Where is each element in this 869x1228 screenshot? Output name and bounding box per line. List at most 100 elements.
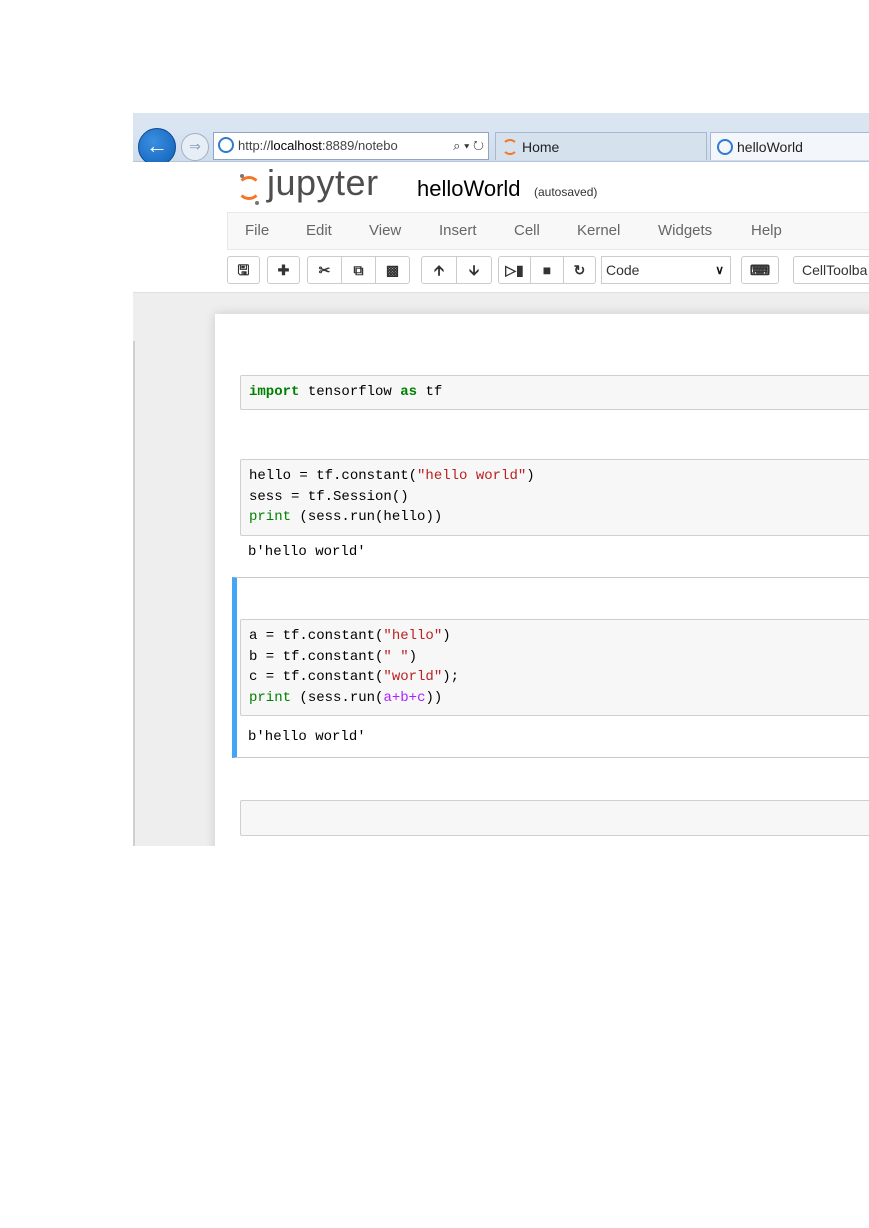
code-token: " " <box>383 648 409 665</box>
menu-kernel[interactable]: Kernel <box>577 213 620 249</box>
ie-icon <box>218 137 234 153</box>
jupyter-header: jupyter helloWorld (autosaved) File Edit… <box>133 162 869 293</box>
window-edge <box>133 341 135 846</box>
copy-icon: ⧉ <box>353 262 364 278</box>
command-palette-button[interactable]: ⌨ <box>741 256 779 284</box>
code-token: hello = tf.constant( <box>249 468 418 484</box>
logo-text: jupyter <box>267 162 379 203</box>
cell-output: b'hello world' <box>248 729 366 745</box>
code-line: sess = tf.Session() <box>249 489 409 505</box>
code-token: ); <box>442 669 460 685</box>
menu-edit[interactable]: Edit <box>306 213 332 249</box>
menu-widgets[interactable]: Widgets <box>658 213 712 249</box>
address-bar[interactable]: http://localhost:8889/notebo ⌕ ▾ ↻ <box>213 132 489 160</box>
code-token: + <box>391 689 401 706</box>
notebook-page: import tensorflow as tf hello = tf.const… <box>215 314 869 846</box>
copy-button[interactable]: ⧉ <box>341 256 376 284</box>
code-token: ) <box>442 628 451 644</box>
code-token: "world" <box>383 669 443 685</box>
cell-input[interactable]: hello = tf.constant("hello world") sess … <box>240 459 869 536</box>
code-line: print (sess.run(a+b+c)) <box>249 690 442 706</box>
code-token: + <box>408 689 418 706</box>
toolbar: 🖫 ✚ ✂ ⧉ ▩ 🡩 🡫 ▷▮ ■ ↻ Code ∨ ⌨ CellToolba <box>227 254 869 288</box>
menu-cell[interactable]: Cell <box>514 213 540 249</box>
cell-type-select[interactable]: Code ∨ <box>601 256 731 284</box>
restart-button[interactable]: ↻ <box>563 256 596 284</box>
cell-input[interactable]: import tensorflow as tf <box>240 375 869 410</box>
cell-input[interactable]: a = tf.constant("hello") b = tf.constant… <box>240 619 869 716</box>
code-text: a = tf.constant("hello") b = tf.constant… <box>241 626 869 708</box>
code-line: b = tf.constant(" ") <box>249 649 417 665</box>
menu-insert[interactable]: Insert <box>439 213 477 249</box>
forward-button[interactable]: ⇒ <box>181 133 209 161</box>
save-button[interactable]: 🖫 <box>227 256 260 284</box>
code-token: (sess.run(hello)) <box>291 509 443 525</box>
restart-icon: ↻ <box>573 262 586 278</box>
code-token: a <box>383 689 392 706</box>
jupyter-logo-icon <box>237 176 261 200</box>
code-line: a = tf.constant("hello") <box>249 628 451 644</box>
move-up-button[interactable]: 🡩 <box>421 256 457 284</box>
code-token: "hello" <box>383 628 443 644</box>
cell-type-value: Code <box>606 262 640 278</box>
title-strip <box>133 113 869 127</box>
cell-input-empty[interactable] <box>240 800 869 836</box>
code-token: tensorflow <box>299 384 401 400</box>
insert-cell-button[interactable]: ✚ <box>267 256 300 284</box>
code-token: ) <box>526 468 535 484</box>
cell-toolbar-select[interactable]: CellToolba <box>793 256 869 284</box>
code-token: sess = tf.Session() <box>249 488 409 505</box>
arrow-up-icon: 🡩 <box>433 262 445 278</box>
arrow-right-icon: ⇒ <box>189 138 201 154</box>
cut-button[interactable]: ✂ <box>307 256 342 284</box>
plus-icon: ✚ <box>277 262 290 278</box>
tab-helloworld[interactable]: helloWorld <box>710 132 869 160</box>
tab-label: Home <box>522 139 560 155</box>
run-button[interactable]: ▷▮ <box>498 256 531 284</box>
code-token: c = tf.constant( <box>249 669 384 685</box>
browser-bar: ← ⇒ http://localhost:8889/notebo ⌕ ▾ ↻ H… <box>133 113 869 166</box>
url-host: localhost <box>270 138 322 153</box>
code-line: c = tf.constant("world"); <box>249 669 459 685</box>
code-token: tf <box>417 384 443 400</box>
jupyter-icon <box>502 139 518 155</box>
code-text: hello = tf.constant("hello world") sess … <box>241 466 869 528</box>
autosave-status: (autosaved) <box>534 185 598 199</box>
move-down-button[interactable]: 🡫 <box>456 256 492 284</box>
keyboard-icon: ⌨ <box>749 262 771 278</box>
arrow-down-icon: 🡫 <box>468 262 480 278</box>
screenshot: ← ⇒ http://localhost:8889/notebo ⌕ ▾ ↻ H… <box>133 113 869 846</box>
menu-help[interactable]: Help <box>751 213 782 249</box>
code-token: print <box>249 509 292 525</box>
code-token: a = tf.constant( <box>249 628 384 644</box>
code-token: (sess.run( <box>291 689 384 706</box>
cell-toolbar-value: CellToolba <box>802 262 868 278</box>
logo-moon-dot <box>240 174 244 178</box>
save-icon: 🖫 <box>237 262 250 278</box>
paste-button[interactable]: ▩ <box>375 256 410 284</box>
tab-label: helloWorld <box>737 139 803 155</box>
arrow-left-icon: ← <box>146 133 168 158</box>
code-token: ) <box>408 648 418 665</box>
address-tools[interactable]: ⌕ ▾ ↻ <box>449 133 484 159</box>
url-rest: :8889/notebo <box>321 138 398 153</box>
code-line: hello = tf.constant("hello world") <box>249 468 535 484</box>
tab-home[interactable]: Home <box>495 132 707 160</box>
menu-view[interactable]: View <box>369 213 401 249</box>
code-token: print <box>249 689 292 706</box>
interrupt-button[interactable]: ■ <box>530 256 564 284</box>
back-button[interactable]: ← <box>138 128 176 166</box>
code-token: )) <box>425 689 443 706</box>
notebook-name[interactable]: helloWorld <box>417 176 521 202</box>
code-token: as <box>400 384 418 400</box>
paste-icon: ▩ <box>385 262 400 278</box>
step-forward-icon: ▷▮ <box>505 262 524 278</box>
code-line: import tensorflow as tf <box>249 384 442 400</box>
menu-bar: File Edit View Insert Cell Kernel Widget… <box>227 212 869 250</box>
chevron-down-icon: ∨ <box>715 263 724 277</box>
menu-file[interactable]: File <box>245 213 269 249</box>
code-line: print (sess.run(hello)) <box>249 509 442 525</box>
code-token: b = tf.constant( <box>249 648 384 665</box>
ie-icon <box>717 139 733 155</box>
url-scheme: http:// <box>238 138 271 153</box>
